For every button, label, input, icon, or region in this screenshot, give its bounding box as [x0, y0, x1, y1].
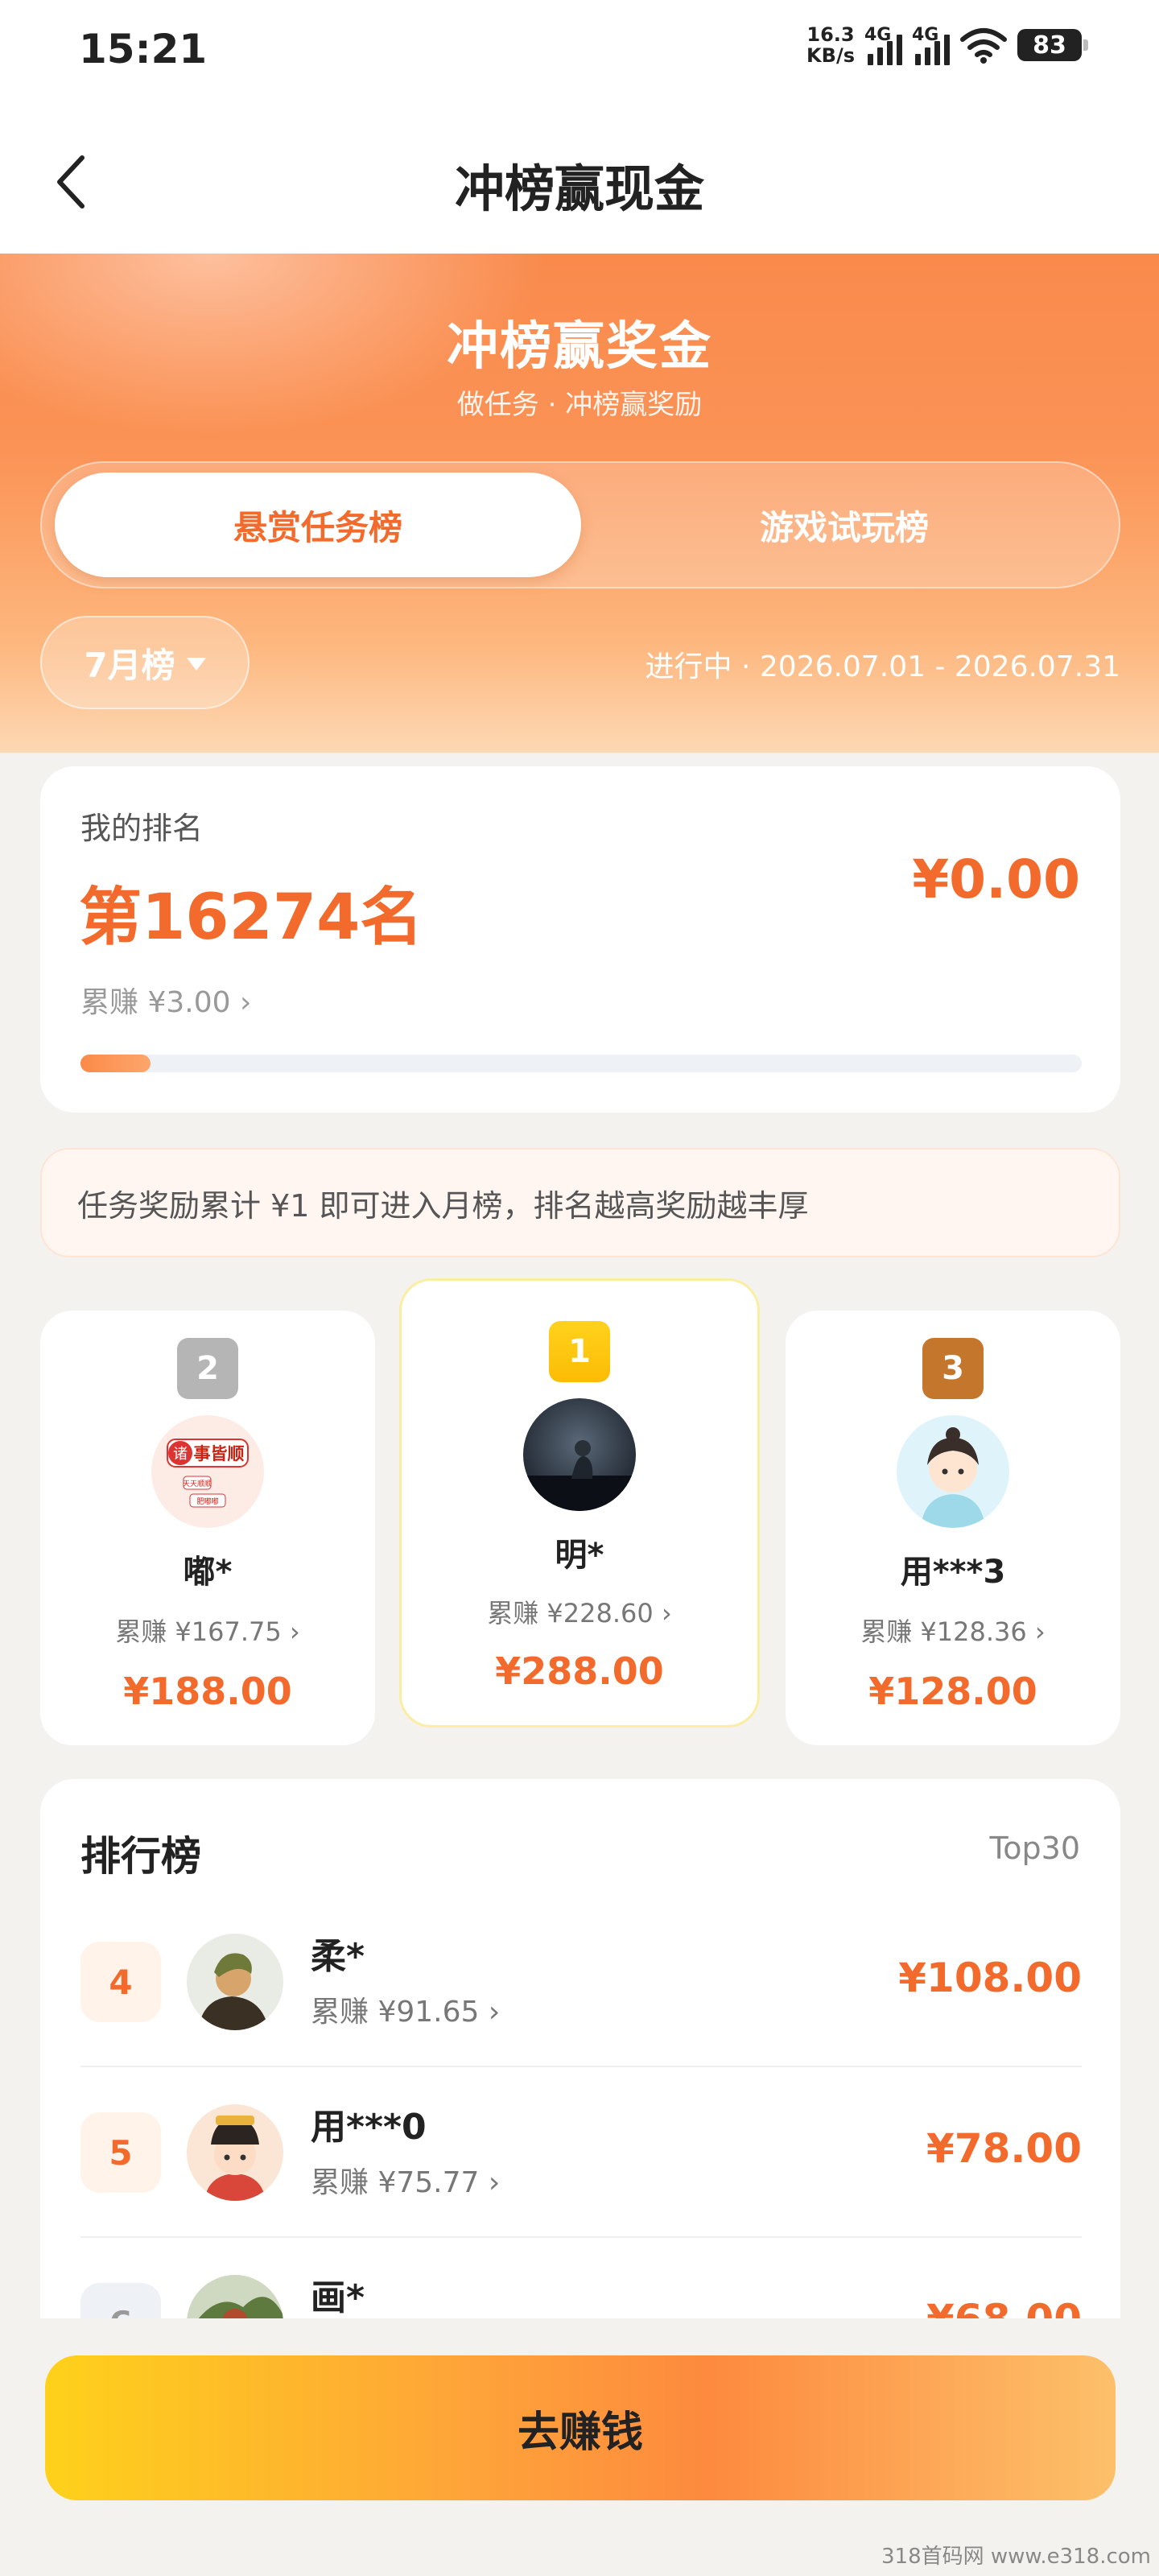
row-prize: ¥78.00 — [926, 2125, 1082, 2172]
net-speed-value: 16.3 — [806, 23, 855, 46]
my-earned-text: 累赚 ¥3.00 — [80, 986, 231, 1019]
podium-prize: ¥188.00 — [123, 1670, 292, 1713]
watermark: 318首码网 www.e318.com — [881, 2545, 1151, 2569]
podium-earned: 累赚 ¥228.60 › — [487, 1598, 672, 1629]
row-name: 用***0 — [311, 2107, 427, 2148]
avatar-seal-text: 事皆顺 — [194, 1444, 245, 1463]
rank-progress-fill — [80, 1055, 151, 1072]
rank-badge-1: 1 — [549, 1321, 610, 1382]
my-earned-link[interactable]: 累赚 ¥3.00 › — [80, 979, 251, 1021]
avatar — [187, 1934, 283, 2030]
hero-title: 冲榜赢奖金 — [447, 317, 712, 377]
status-icons: 16.3 KB/s 4G 4G 83 — [806, 24, 1088, 66]
avatar-sub-text-1: 天天顺顺 — [183, 1480, 212, 1488]
row-earned: 累赚 ¥91.65 › — [311, 1996, 501, 2029]
row-prize: ¥108.00 — [898, 1955, 1082, 2001]
net-speed-unit: KB/s — [806, 44, 855, 67]
podium-prize: ¥128.00 — [868, 1670, 1037, 1713]
tab-reward-task[interactable]: 悬赏任务榜 — [55, 473, 581, 577]
avatar — [523, 1398, 636, 1511]
status-time: 15:21 — [79, 26, 208, 72]
my-rank-label: 我的排名 — [80, 811, 204, 846]
avatar — [897, 1415, 1009, 1528]
avatar-sub-text-2: 肥嘟嘟 — [196, 1496, 218, 1506]
podium-name: 明* — [555, 1537, 604, 1574]
table-row[interactable]: 5 用***0 累赚 ¥75.77 › ¥78.00 — [80, 2069, 1082, 2238]
row-name: 柔* — [311, 1936, 365, 1977]
podium-name: 嘟* — [183, 1554, 233, 1591]
leaderboard-top-label: Top30 — [989, 1831, 1080, 1866]
podium-rank-3[interactable]: 3 用***3 累赚 ¥128.36 › ¥128.00 — [786, 1311, 1120, 1745]
podium-rank-1[interactable]: 1 明* 累赚 ¥228.60 › ¥288.00 — [399, 1278, 760, 1728]
avatar — [187, 2104, 283, 2201]
board-tab-switch: 悬赏任务榜 游戏试玩榜 — [40, 461, 1120, 588]
nav-bar: 冲榜赢现金 — [0, 97, 1159, 254]
sim1-label: 4G — [864, 25, 892, 45]
status-bar: 15:21 16.3 KB/s 4G 4G 83 — [0, 0, 1159, 97]
leaderboard-title: 排行榜 — [80, 1833, 201, 1880]
my-prize: ¥0.00 — [912, 848, 1080, 910]
month-select[interactable]: 7月榜 — [40, 616, 250, 709]
tab-game-trial[interactable]: 游戏试玩榜 — [581, 473, 1107, 577]
signal-icon: 4G — [864, 25, 902, 65]
bottom-bar: 去赚钱 318首码网 www.e318.com — [0, 2318, 1159, 2576]
go-earn-button[interactable]: 去赚钱 — [45, 2355, 1116, 2500]
rank-badge-2: 2 — [177, 1338, 238, 1399]
podium-earned: 累赚 ¥128.36 › — [860, 1616, 1046, 1647]
sim2-label: 4G — [912, 25, 939, 45]
hero-banner: 冲榜赢奖金 做任务 · 冲榜赢奖励 悬赏任务榜 游戏试玩榜 7月榜 进行中 · … — [0, 254, 1159, 753]
month-label: 7月榜 — [84, 645, 175, 685]
avatar: 诸 事皆顺 天天顺顺 肥嘟嘟 — [151, 1415, 264, 1528]
battery-icon: 83 — [1017, 29, 1088, 61]
my-rank-card: 我的排名 第16274名 ¥0.00 累赚 ¥3.00 › — [40, 766, 1120, 1113]
signal-icon-2: 4G — [912, 25, 950, 65]
row-earned: 累赚 ¥75.77 › — [311, 2166, 501, 2199]
podium-prize: ¥288.00 — [495, 1649, 664, 1693]
row-rank: 4 — [80, 1942, 161, 2022]
hero-subtitle: 做任务 · 冲榜赢奖励 — [456, 389, 703, 421]
row-rank: 5 — [80, 2112, 161, 2193]
notice-banner: 任务奖励累计 ¥1 即可进入月榜，排名越高奖励越丰厚 — [40, 1148, 1120, 1257]
net-speed: 16.3 KB/s — [806, 24, 855, 66]
avatar-seal-char: 诸 — [173, 1446, 188, 1463]
row-name: 画* — [311, 2277, 365, 2318]
podium-rank-2[interactable]: 2 诸 事皆顺 天天顺顺 肥嘟嘟 嘟* 累赚 ¥167.75 › ¥188.00 — [40, 1311, 375, 1745]
chevron-right-icon: › — [239, 986, 252, 1019]
my-rank-value: 第16274名 — [79, 881, 423, 954]
table-row[interactable]: 4 柔* 累赚 ¥91.65 › ¥108.00 — [80, 1898, 1082, 2067]
podium-earned: 累赚 ¥167.75 › — [115, 1616, 300, 1647]
podium-name: 用***3 — [900, 1554, 1006, 1591]
rank-badge-3: 3 — [922, 1338, 984, 1399]
page-title: 冲榜赢现金 — [454, 159, 704, 218]
period-text: 进行中 · 2026.07.01 - 2026.07.31 — [645, 650, 1120, 683]
rank-progress-bar — [80, 1055, 1082, 1072]
wifi-icon — [960, 28, 1007, 64]
caret-down-icon — [186, 658, 206, 671]
